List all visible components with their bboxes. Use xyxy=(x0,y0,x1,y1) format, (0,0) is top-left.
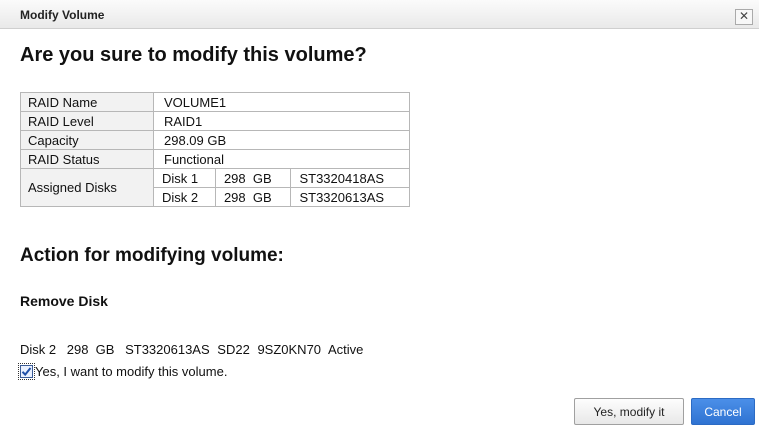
removed-disk-serial: 9SZ0KN70 xyxy=(257,342,322,357)
confirm-checkbox-row[interactable]: Yes, I want to modify this volume. xyxy=(18,361,228,381)
disk-row: Disk 1 298 GB ST3320418AS xyxy=(154,169,409,188)
raid-info-table: RAID Name VOLUME1 RAID Level RAID1 Capac… xyxy=(20,92,410,207)
confirm-checkbox-label: Yes, I want to modify this volume. xyxy=(35,363,228,379)
close-button[interactable]: ✕ xyxy=(735,9,753,25)
checkmark-icon xyxy=(21,366,32,376)
removed-disk-size: 298 GB xyxy=(66,342,115,357)
dialog-buttons: Yes, modify it Cancel xyxy=(574,398,755,425)
removed-disk-firmware: SD22 xyxy=(217,342,250,357)
disk-row: Disk 2 298 GB ST3320613AS xyxy=(154,187,409,206)
removed-disk-model: ST3320613AS xyxy=(125,342,210,357)
capacity-value: 298.09 GB xyxy=(153,130,410,150)
raid-status-value: Functional xyxy=(153,149,410,169)
dialog-titlebar: Modify Volume ✕ xyxy=(0,0,759,29)
removed-disk-name: Disk 2 xyxy=(20,342,57,357)
removed-disk-status: Active xyxy=(327,342,364,357)
assigned-disks-cell: Disk 1 298 GB ST3320418AS Disk 2 298 GB … xyxy=(153,168,410,207)
table-row: RAID Status Functional xyxy=(20,149,410,169)
disk-model: ST3320418AS xyxy=(290,169,409,188)
table-row: RAID Level RAID1 xyxy=(20,111,410,131)
table-row: Assigned Disks Disk 1 298 GB ST3320418AS… xyxy=(20,168,410,207)
dialog-title: Modify Volume xyxy=(20,8,105,22)
raid-status-label: RAID Status xyxy=(20,149,154,169)
table-row: Capacity 298.09 GB xyxy=(20,130,410,150)
disk-size: 298 GB xyxy=(214,187,292,206)
table-row: RAID Name VOLUME1 xyxy=(20,92,410,112)
raid-name-value: VOLUME1 xyxy=(153,92,410,112)
action-heading: Action for modifying volume: xyxy=(20,245,284,266)
disk-model: ST3320613AS xyxy=(290,187,409,206)
raid-level-label: RAID Level xyxy=(20,111,154,131)
disk-size: 298 GB xyxy=(214,169,292,188)
action-type: Remove Disk xyxy=(20,293,108,309)
dialog-content: Are you sure to modify this volume? RAID… xyxy=(0,29,759,436)
disk-name: Disk 1 xyxy=(154,169,216,188)
confirm-modify-button[interactable]: Yes, modify it xyxy=(574,398,684,425)
confirm-checkbox[interactable] xyxy=(18,362,35,380)
close-icon: ✕ xyxy=(738,9,750,23)
removed-disk-details: Disk 2 298 GB ST3320613AS SD22 9SZ0KN70 … xyxy=(20,342,370,357)
cancel-button[interactable]: Cancel xyxy=(691,398,755,425)
assigned-disks-label: Assigned Disks xyxy=(20,168,154,207)
raid-name-label: RAID Name xyxy=(20,92,154,112)
capacity-label: Capacity xyxy=(20,130,154,150)
disk-name: Disk 2 xyxy=(154,187,216,206)
raid-level-value: RAID1 xyxy=(153,111,410,131)
confirmation-question: Are you sure to modify this volume? xyxy=(20,44,367,66)
assigned-disks-table: Disk 1 298 GB ST3320418AS Disk 2 298 GB … xyxy=(154,169,409,206)
